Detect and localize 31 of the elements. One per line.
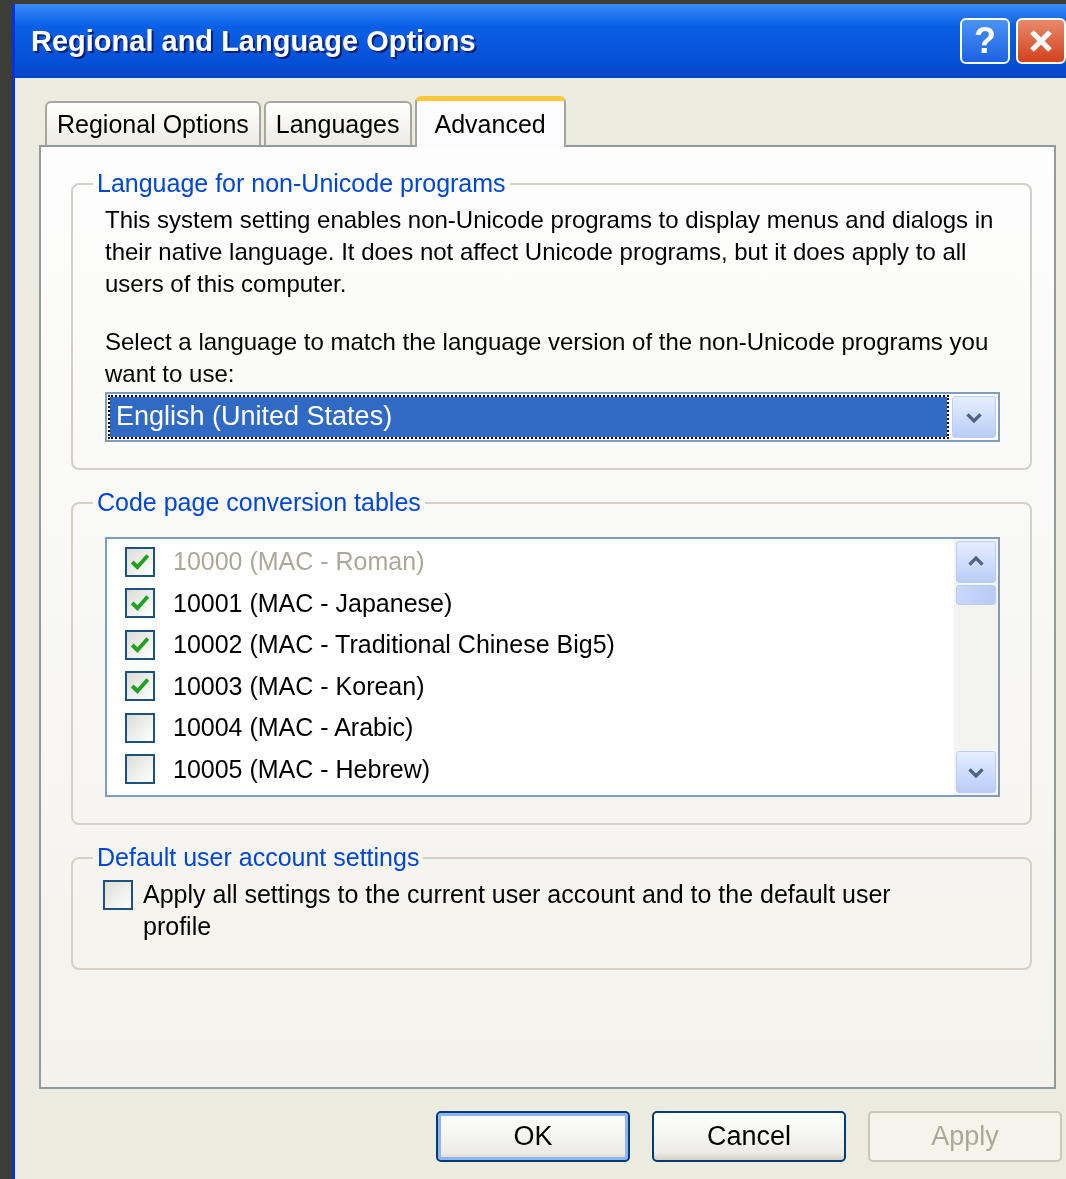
- tab[interactable]: Languages: [263, 101, 412, 145]
- dropdown-button[interactable]: [952, 396, 996, 438]
- group-label: Code page conversion tables: [96, 488, 422, 517]
- prompt-text: Select a language to match the language version of the non-Unicode programs you want to use:: [105, 327, 990, 389]
- language-dropdown[interactable]: English (United States): [105, 392, 1000, 442]
- close-button[interactable]: [1016, 18, 1066, 64]
- list-item[interactable]: 10002 (MAC - Traditional Chinese Big5): [173, 630, 615, 660]
- checkbox[interactable]: [125, 588, 155, 619]
- checkbox[interactable]: [125, 671, 155, 702]
- scroll-up-button[interactable]: [956, 541, 996, 583]
- checkbox[interactable]: [103, 880, 133, 910]
- tab[interactable]: Advanced: [414, 96, 566, 147]
- list-item[interactable]: 10003 (MAC - Korean): [173, 671, 425, 701]
- list-item[interactable]: 10001 (MAC - Japanese): [173, 588, 453, 618]
- scroll-down-button[interactable]: [956, 751, 996, 793]
- description-text: This system setting enables non-Unicode programs to display menus and dialogs in their native language. It does not affect Unicode programs, but it does apply to all users of this computer.: [105, 205, 995, 299]
- list-item[interactable]: 10005 (MAC - Hebrew): [173, 754, 431, 784]
- checkbox[interactable]: [125, 712, 155, 743]
- tab[interactable]: Regional Options: [45, 101, 261, 145]
- group-label: Language for non-Unicode programs: [96, 169, 507, 198]
- list-item[interactable]: 10004 (MAC - Arabic): [173, 713, 414, 743]
- dialog-button[interactable]: OK: [436, 1111, 630, 1162]
- checkbox[interactable]: [125, 754, 155, 785]
- scrollbar[interactable]: [954, 539, 998, 795]
- checkbox-label[interactable]: Apply all settings to the current user account and to the default user profile: [143, 878, 943, 942]
- dialog-button[interactable]: Cancel: [652, 1111, 846, 1162]
- group-label: Default user account settings: [96, 843, 421, 872]
- window-title: Regional and Language Options: [31, 24, 477, 58]
- scroll-thumb[interactable]: [956, 585, 996, 605]
- checkbox[interactable]: [125, 629, 155, 660]
- help-button[interactable]: ?: [960, 18, 1010, 64]
